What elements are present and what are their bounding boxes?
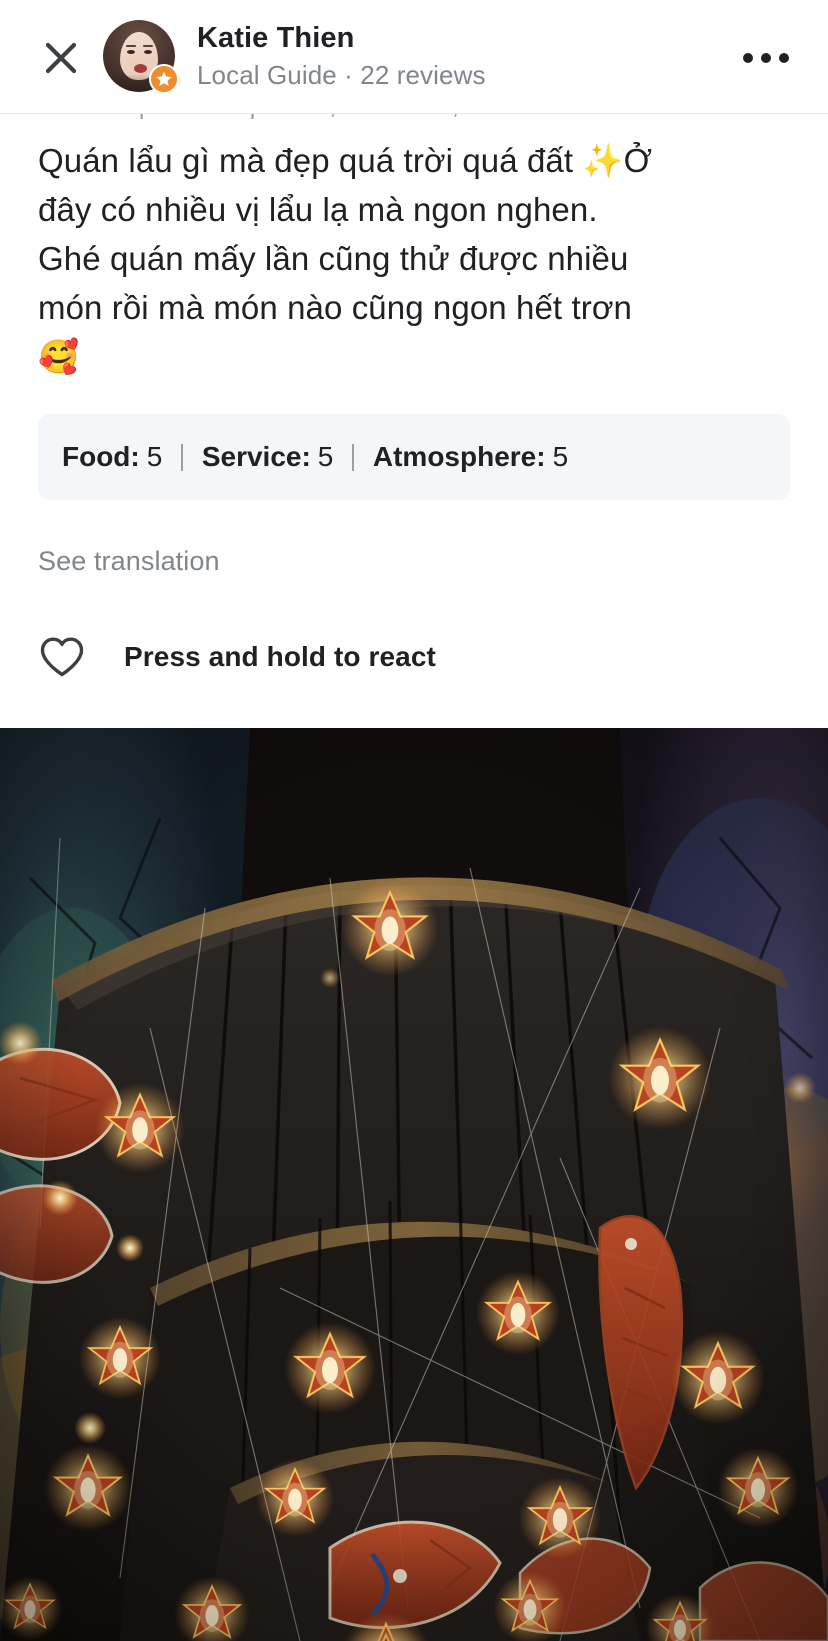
review-line-2: đây có nhiều vị lẩu lạ mà ngon nghen. [38, 191, 598, 228]
see-translation-link[interactable]: See translation [38, 546, 220, 577]
review-line-3: Ghé quán mấy lần cũng thử được nhiều [38, 240, 629, 277]
rating-value-atmosphere: 5 [552, 441, 569, 472]
review-content: Quán lẩu gì mà đẹp quá trời quá đất ✨Ở đ… [0, 114, 828, 679]
react-label: Press and hold to react [124, 641, 436, 672]
rating-value-service: 5 [317, 441, 334, 472]
user-info[interactable]: Katie Thien Local Guide · 22 reviews [103, 20, 486, 94]
review-body: Quán lẩu gì mà đẹp quá trời quá đất ✨Ở đ… [0, 114, 828, 381]
more-options-icon-dot3 [779, 53, 789, 63]
rating-label-atmosphere: Atmosphere: [372, 441, 546, 472]
rating-label-food: Food: [62, 441, 140, 472]
review-emoji: 🥰 [38, 337, 80, 376]
review-header: Katie Thien Local Guide · 22 reviews [0, 0, 828, 114]
avatar-wrapper[interactable] [103, 20, 179, 94]
more-options-icon-dot2 [761, 53, 771, 63]
local-guide-star-badge-icon [149, 64, 179, 94]
rating-value-food: 5 [146, 441, 163, 472]
user-name: Katie Thien [197, 22, 355, 54]
close-button[interactable] [34, 31, 88, 85]
rating-label-service: Service: [201, 441, 311, 472]
heart-outline-icon [40, 637, 84, 677]
rating-separator-2 [352, 443, 354, 471]
more-options-icon [743, 53, 753, 63]
restaurant-interior-star-lanterns-photo [0, 728, 828, 1641]
more-options-button[interactable] [738, 32, 794, 84]
ratings-summary: Food: 5 Service: 5 Atmosphere: 5 [38, 414, 790, 500]
review-line-1: Quán lẩu gì mà đẹp quá trời quá đất ✨Ở [38, 142, 653, 179]
review-detail-screen: Dine in | Dinner | ₫100,000–200,000 [0, 0, 828, 1641]
close-icon [45, 42, 77, 74]
react-button[interactable]: Press and hold to react [38, 635, 828, 679]
review-line-4: món rồi mà món nào cũng ngon hết trơn [38, 289, 633, 326]
rating-separator [181, 443, 183, 471]
review-photo[interactable] [0, 728, 828, 1641]
user-subtitle: Local Guide · 22 reviews [197, 60, 486, 90]
user-meta: Katie Thien Local Guide · 22 reviews [197, 20, 486, 92]
